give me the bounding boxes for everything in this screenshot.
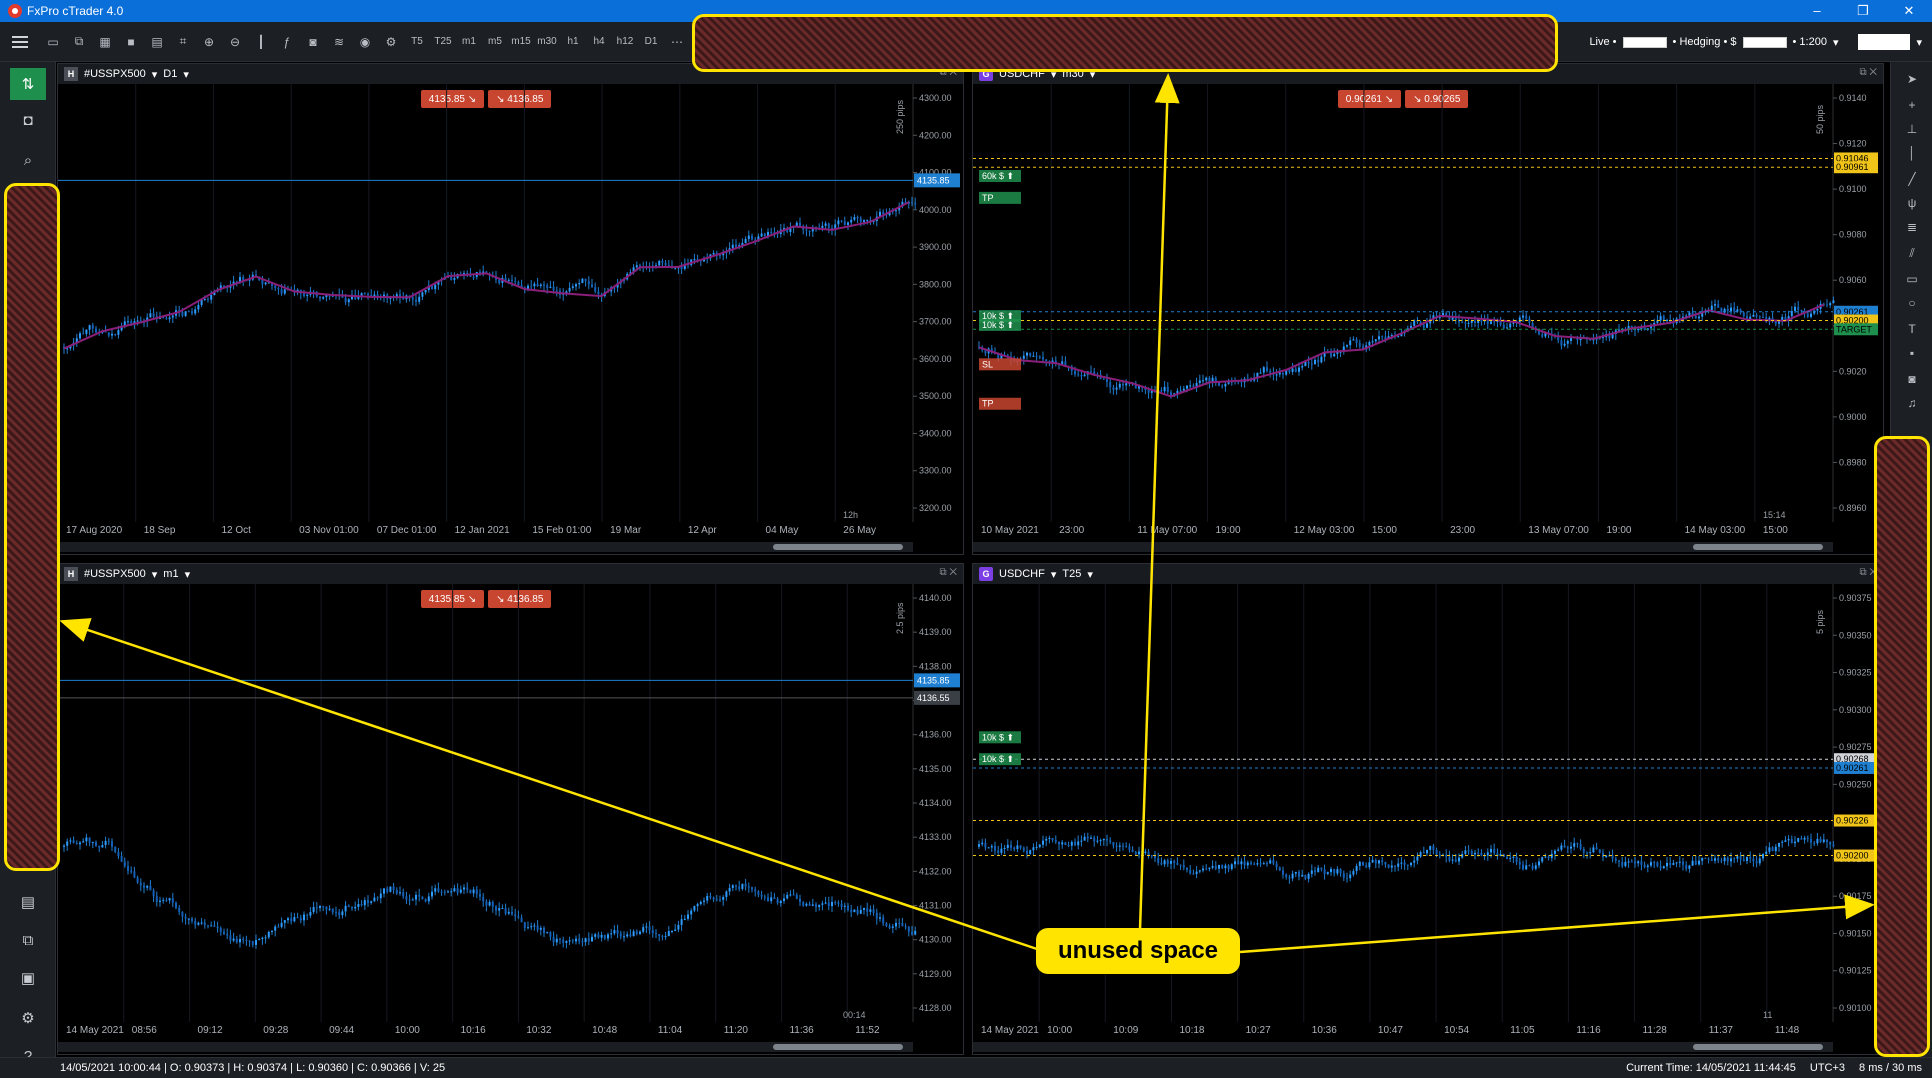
- annotation-arrows: [59, 73, 1875, 954]
- unused-space-callout: unused space: [1036, 928, 1240, 974]
